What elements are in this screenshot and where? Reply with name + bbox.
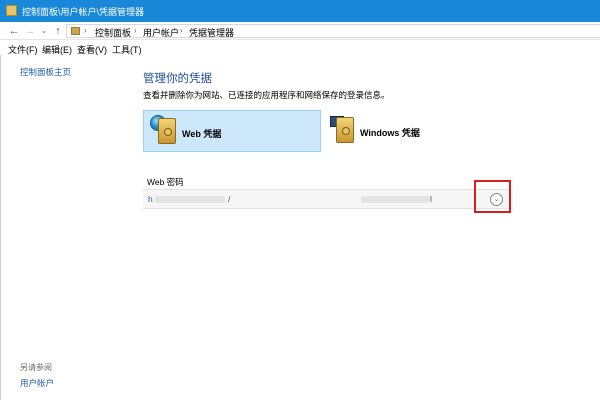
credential-url-end: /: [228, 194, 231, 204]
breadcrumb-control-panel[interactable]: 控制面板: [95, 26, 131, 39]
breadcrumb-separator: ›: [134, 26, 137, 35]
control-panel-icon: [71, 27, 80, 35]
credential-user-end: l: [430, 194, 432, 204]
left-pane: 控制面板主页 另请参阅 用户帐户: [0, 55, 132, 400]
breadcrumb-separator: ›: [84, 26, 87, 35]
redacted-url: [155, 196, 225, 203]
breadcrumb-separator: ›: [180, 26, 183, 35]
folder-icon: [6, 5, 17, 16]
forward-arrow-icon[interactable]: →: [24, 24, 36, 38]
windows-credentials-icon: [336, 117, 354, 143]
tab-web-credentials[interactable]: Web 凭据: [143, 110, 321, 152]
control-panel-home-link[interactable]: 控制面板主页: [20, 66, 71, 78]
breadcrumb-user-accounts[interactable]: 用户帐户: [143, 26, 179, 39]
address-row: ← → ⌄ ↑ › 控制面板 › 用户帐户 › 凭据管理器: [0, 22, 600, 40]
back-arrow-icon[interactable]: ←: [8, 24, 20, 38]
up-arrow-icon[interactable]: ↑: [52, 24, 64, 38]
credential-row[interactable]: h / l ⌄: [143, 189, 513, 209]
recent-locations-icon[interactable]: ⌄: [38, 24, 50, 38]
page-title: 管理你的凭据: [143, 73, 212, 85]
redacted-username: [361, 196, 429, 203]
address-bar[interactable]: › 控制面板 › 用户帐户 › 凭据管理器: [66, 24, 600, 38]
highlight-box: [474, 180, 511, 213]
web-credentials-icon: [158, 118, 176, 144]
title-bar: 控制面板\用户帐户\凭据管理器: [0, 0, 600, 22]
menu-bar: 文件(F) 编辑(E) 查看(V) 工具(T): [0, 41, 600, 55]
tab-label: Web 凭据: [182, 129, 222, 139]
page-description: 查看并删除你为网站、已连接的应用程序和网络保存的登录信息。: [143, 90, 390, 100]
web-passwords-heading: Web 密码: [147, 177, 184, 187]
see-also-label: 另请参阅: [20, 363, 52, 372]
credential-url-start: h: [148, 194, 153, 204]
breadcrumb-credential-manager[interactable]: 凭据管理器: [189, 26, 234, 39]
user-accounts-link[interactable]: 用户帐户: [20, 377, 54, 389]
window-title: 控制面板\用户帐户\凭据管理器: [22, 7, 145, 17]
tab-windows-credentials[interactable]: Windows 凭据: [322, 110, 500, 152]
tab-label: Windows 凭据: [360, 128, 420, 138]
